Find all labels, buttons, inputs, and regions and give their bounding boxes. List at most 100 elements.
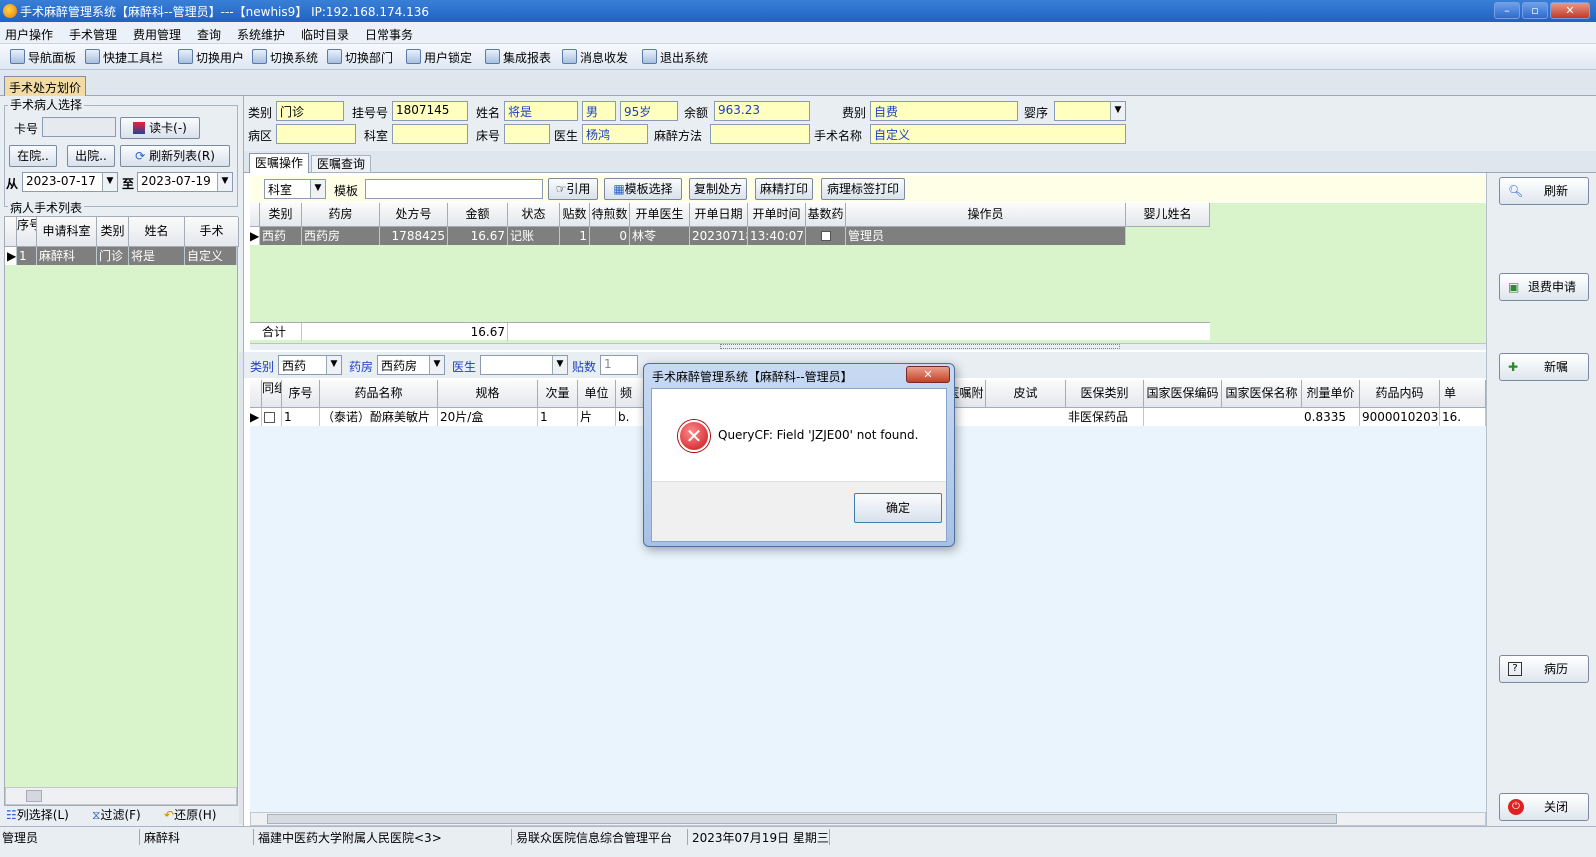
reg-no-field[interactable]: 1807145: [392, 101, 468, 121]
col-type[interactable]: 类别: [260, 203, 302, 227]
menu-system[interactable]: 系统维护: [237, 26, 285, 43]
close-button[interactable]: ⏻ 关闭: [1499, 793, 1589, 821]
refresh-list-button[interactable]: ⟳ 刷新列表(R): [120, 145, 230, 167]
in-hospital-button[interactable]: 在院..: [9, 145, 57, 167]
refresh-button[interactable]: 🔍︎ 刷新: [1499, 177, 1589, 205]
horizontal-scrollbar[interactable]: [5, 787, 237, 805]
dept-field[interactable]: [392, 124, 468, 144]
baby-seq-select[interactable]: ▼: [1054, 101, 1126, 121]
chevron-down-icon[interactable]: ▼: [326, 356, 341, 374]
col-seq[interactable]: 序号: [282, 380, 320, 408]
age-field[interactable]: 95岁: [620, 101, 678, 121]
medical-record-button[interactable]: ? 病历: [1499, 655, 1589, 683]
col-pharmacy[interactable]: 药房: [302, 203, 380, 227]
col-spec[interactable]: 规格: [438, 380, 538, 408]
col-unit-price[interactable]: 剂量单价: [1302, 380, 1360, 408]
reports-button[interactable]: 集成报表: [485, 49, 551, 66]
detail-horizontal-scrollbar[interactable]: [250, 812, 1486, 826]
col-doses[interactable]: 贴数: [560, 203, 590, 227]
pathology-print-button[interactable]: 病理标签打印: [821, 178, 905, 200]
col-pending[interactable]: 待煎数: [590, 203, 630, 227]
col-group[interactable]: 同组: [262, 380, 282, 408]
dose-count-input[interactable]: 1: [600, 355, 638, 375]
col-drug-code[interactable]: 药品内码: [1360, 380, 1440, 408]
tab-surgery-prescription[interactable]: 手术处方划价: [4, 76, 86, 96]
switch-user-button[interactable]: 切换用户: [178, 49, 244, 66]
col-base-drug[interactable]: 基数药: [806, 203, 846, 227]
menu-surgery-mgmt[interactable]: 手术管理: [69, 26, 117, 43]
chevron-down-icon[interactable]: ▼: [429, 356, 444, 374]
nav-panel-button[interactable]: 导航面板: [10, 49, 76, 66]
menu-daily[interactable]: 日常事务: [365, 26, 413, 43]
anes-print-button[interactable]: 麻精打印: [755, 178, 813, 200]
switch-system-button[interactable]: 切换系统: [252, 49, 318, 66]
col-status[interactable]: 状态: [508, 203, 560, 227]
column-select-button[interactable]: ☷列选择(L): [6, 806, 69, 823]
maximize-icon[interactable]: ▫: [1522, 2, 1548, 19]
new-order-button[interactable]: ✚ 新嘱: [1499, 353, 1589, 381]
chevron-down-icon[interactable]: ▼: [552, 356, 567, 374]
base-drug-checkbox[interactable]: [820, 231, 831, 241]
col-type[interactable]: 类别: [97, 217, 129, 247]
card-input[interactable]: [42, 117, 116, 137]
menu-fee-mgmt[interactable]: 费用管理: [133, 26, 181, 43]
exit-button[interactable]: 退出系统: [642, 49, 708, 66]
close-icon[interactable]: ✕: [1550, 2, 1590, 19]
anes-method-field[interactable]: [710, 124, 810, 144]
template-select-button[interactable]: ▦模板选择: [604, 178, 682, 200]
col-drug-name[interactable]: 药品名称: [320, 380, 438, 408]
filter-button[interactable]: ⧖过滤(F): [92, 806, 141, 823]
doctor-select[interactable]: ▼: [480, 355, 568, 375]
col-rx-no[interactable]: 处方号: [380, 203, 448, 227]
chevron-down-icon[interactable]: ▼: [217, 173, 232, 191]
drug-type-select[interactable]: 西药 ▼: [278, 355, 342, 375]
quick-toolbar-button[interactable]: 快捷工具栏: [85, 49, 163, 66]
from-date-input[interactable]: 2023-07-17 ▼: [22, 172, 118, 192]
col-name[interactable]: 姓名: [129, 217, 185, 247]
col-date[interactable]: 开单日期: [690, 203, 748, 227]
sex-field[interactable]: 男: [582, 101, 616, 121]
table-row[interactable]: ▶ 1 麻醉科 门诊 将是 自定义: [5, 247, 237, 265]
col-doctor[interactable]: 开单医生: [630, 203, 690, 227]
left-collapse-bar[interactable]: [239, 352, 244, 824]
col-surgery[interactable]: 手术: [185, 217, 239, 247]
fee-type-field[interactable]: 自费: [870, 101, 1018, 121]
menu-query[interactable]: 查询: [197, 26, 221, 43]
chevron-down-icon[interactable]: ▼: [102, 173, 117, 191]
dialog-close-icon[interactable]: ✕: [906, 366, 950, 383]
menu-user-ops[interactable]: 用户操作: [5, 26, 53, 43]
bed-field[interactable]: [504, 124, 550, 144]
out-hospital-button[interactable]: 出院..: [67, 145, 115, 167]
col-dose-qty[interactable]: 次量: [538, 380, 578, 408]
col-unit[interactable]: 单位: [578, 380, 616, 408]
messages-button[interactable]: 消息收发: [562, 49, 628, 66]
col-insurance-name[interactable]: 国家医保名称: [1222, 380, 1302, 408]
col-price[interactable]: 单: [1440, 380, 1486, 408]
minimize-icon[interactable]: –: [1494, 2, 1520, 19]
reference-button[interactable]: ☞引用: [548, 178, 598, 200]
col-insurance-type[interactable]: 医保类别: [1066, 380, 1144, 408]
scrollbar-thumb[interactable]: [267, 814, 1337, 824]
balance-field[interactable]: 963.23: [714, 101, 810, 121]
tab-order-ops[interactable]: 医嘱操作: [249, 153, 309, 173]
menu-temp-dir[interactable]: 临时目录: [301, 26, 349, 43]
splitter[interactable]: [250, 343, 1486, 350]
read-card-button[interactable]: 读卡(-): [120, 117, 200, 139]
col-seq[interactable]: 序号: [17, 217, 37, 247]
tab-order-query[interactable]: 医嘱查询: [311, 155, 371, 173]
restore-button[interactable]: ↶还原(H): [164, 806, 216, 823]
col-insurance-code[interactable]: 国家医保编码: [1144, 380, 1222, 408]
pharmacy-select[interactable]: 西药房 ▼: [377, 355, 445, 375]
type-field[interactable]: 门诊: [276, 101, 344, 121]
switch-dept-button[interactable]: 切换部门: [327, 49, 393, 66]
col-skin-test[interactable]: 皮试: [986, 380, 1066, 408]
refund-request-button[interactable]: ▣ 退费申请: [1499, 273, 1589, 301]
table-row[interactable]: ▶ 西药 西药房 1788425 16.67 记账 1 0 林苓 2023071…: [250, 227, 1210, 245]
col-time[interactable]: 开单时间: [748, 203, 806, 227]
chevron-down-icon[interactable]: ▼: [310, 180, 325, 198]
ward-field[interactable]: [276, 124, 356, 144]
copy-prescription-button[interactable]: 复制处方: [689, 178, 747, 200]
template-input[interactable]: [365, 179, 543, 199]
col-operator[interactable]: 操作员: [846, 203, 1126, 227]
surgery-name-field[interactable]: 自定义: [870, 124, 1126, 144]
